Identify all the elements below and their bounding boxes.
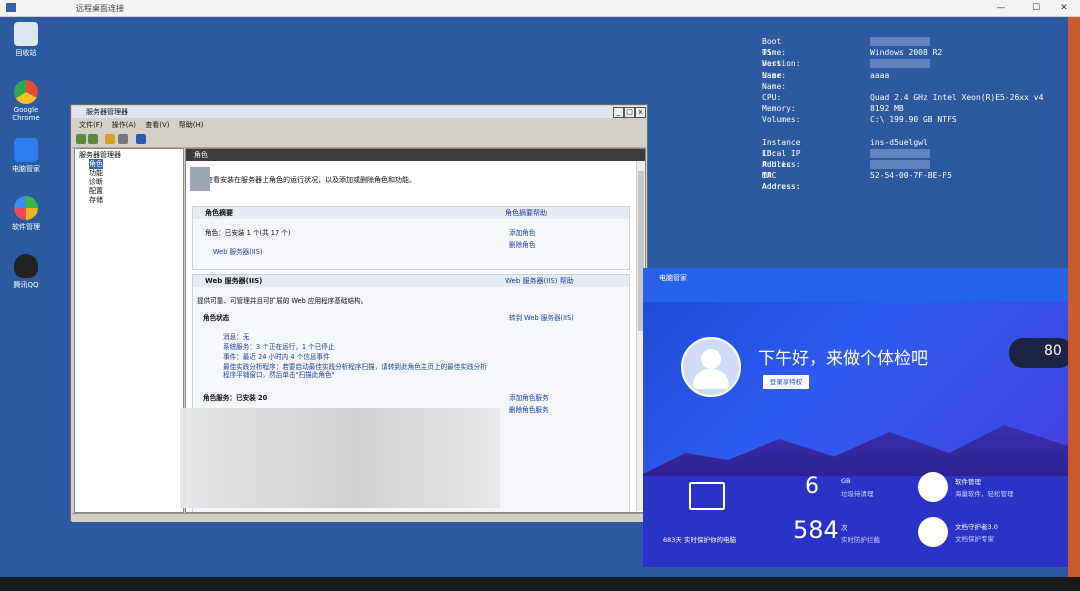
software-manager-sub: 海量软件，轻松管理 — [955, 490, 1014, 498]
events-link[interactable]: 事件：最近 24 小时内 4 个信息事件 — [223, 351, 330, 361]
back-icon[interactable] — [76, 134, 86, 144]
shield-icon — [14, 138, 38, 162]
junk-label: 垃圾待清理 — [841, 490, 874, 498]
host-taskbar-edge — [0, 577, 1080, 591]
remove-role-services-link[interactable]: 删除角色服务 — [509, 404, 549, 414]
system-services-link[interactable]: 系统服务：3 个正在运行，1 个已停止 — [223, 341, 335, 351]
role-services-title: 角色服务：已安装 20 — [203, 394, 268, 402]
pc-manager-window: 电脑管家 下午好，来做个体检吧 登录享特权 80 683天 实时保护你的电脑 6… — [643, 268, 1068, 567]
minimize-button[interactable]: — — [985, 0, 1017, 16]
monitor-shield-icon — [689, 482, 725, 510]
menu-bar: 文件(F) 操作(A) 查看(V) 帮助(H) — [72, 119, 646, 131]
roles-summary-help-link[interactable]: 角色摘要帮助 — [505, 207, 547, 219]
intro-text: 查看安装在服务器上角色的运行状况，以及添加或删除角色和功能。 — [190, 167, 416, 191]
menu-view[interactable]: 查看(V) — [145, 121, 169, 129]
server-roles-icon — [190, 167, 210, 191]
health-score-badge[interactable]: 80 — [1009, 338, 1068, 368]
bpa-text-2: 程序平铺窗口，然后单击"扫描此角色" — [223, 371, 335, 379]
software-manager-icon[interactable] — [918, 472, 948, 502]
tree-item-storage[interactable]: 存储 — [89, 195, 103, 205]
greeting-text: 下午好，来做个体检吧 — [758, 349, 928, 369]
intercept-count: 584 — [793, 516, 839, 544]
chrome-icon — [14, 80, 38, 104]
window-title: 服务器管理器 — [86, 108, 128, 116]
role-web-server-link[interactable]: Web 服务器(IIS) — [213, 246, 262, 256]
junk-size: 6 — [805, 474, 819, 499]
doc-guardian-sub: 文档保护专家 — [955, 535, 994, 543]
menu-help[interactable]: 帮助(H) — [179, 121, 204, 129]
goto-iis-link[interactable]: 转到 Web 服务器(IIS) — [509, 312, 574, 322]
login-button[interactable]: 登录享特权 — [763, 375, 809, 389]
host-desktop-edge — [1068, 17, 1080, 591]
qq-penguin-icon — [14, 254, 38, 278]
redacted-value — [870, 148, 930, 158]
show-hide-tree-icon[interactable] — [118, 134, 128, 144]
recycle-bin-icon — [14, 22, 38, 46]
desktop-icon-software-manager[interactable]: 软件管理 — [1, 196, 51, 232]
roles-installed: 角色：已安装 1 个(共 17 个) — [205, 229, 291, 237]
iis-description: 提供可靠、可管理并且可扩展的 Web 应用程序基础结构。 — [197, 297, 368, 305]
roles-summary-section: 角色摘要 角色摘要帮助 角色：已安装 1 个(共 17 个) Web 服务器(II… — [192, 206, 630, 270]
pc-manager-title: 电脑管家 — [659, 274, 687, 282]
up-icon[interactable] — [105, 134, 115, 144]
add-roles-link[interactable]: 添加角色 — [509, 227, 535, 237]
software-manager-title[interactable]: 软件管理 — [955, 476, 981, 486]
iis-help-link[interactable]: Web 服务器(IIS) 帮助 — [505, 275, 574, 287]
help-icon[interactable] — [136, 134, 146, 144]
role-status-title: 角色状态 — [203, 314, 230, 322]
protection-days: 683天 实时保护你的电脑 — [663, 536, 736, 544]
redacted-value — [870, 37, 930, 46]
intercept-label: 实时防护拦截 — [841, 536, 880, 544]
redacted-region — [180, 408, 500, 508]
minimize-button[interactable]: _ — [613, 107, 624, 118]
menu-action[interactable]: 操作(A) — [112, 121, 136, 129]
desktop-icon-chrome[interactable]: Google Chrome — [1, 80, 51, 122]
maximize-button[interactable]: □ — [624, 107, 635, 118]
pc-manager-titlebar: 电脑管家 — [643, 268, 1068, 302]
remote-desktop-icon — [6, 3, 16, 12]
desktop-icon-qq[interactable]: 腾讯QQ — [1, 254, 51, 290]
server-manager-titlebar: 服务器管理器 _ □ x — [72, 106, 646, 118]
desktop-icon-recycle-bin[interactable]: 回收站 — [1, 22, 51, 58]
add-role-services-link[interactable]: 添加角色服务 — [509, 392, 549, 402]
remove-roles-link[interactable]: 删除角色 — [509, 239, 535, 249]
status-bar — [72, 513, 646, 522]
redacted-value — [870, 160, 930, 170]
toolbar — [72, 132, 646, 148]
content-title: 角色 — [186, 149, 645, 161]
doc-guardian-icon[interactable] — [918, 517, 948, 547]
close-button[interactable]: ✕ — [1048, 0, 1080, 16]
navigation-tree: 服务器管理器 角色 功能 诊断 配置 存储 — [74, 148, 184, 513]
health-score: 80 — [1044, 343, 1062, 359]
user-avatar[interactable] — [681, 337, 741, 397]
software-manager-icon — [14, 196, 38, 220]
junk-unit: GB — [841, 477, 851, 485]
section-title: 角色摘要 — [205, 209, 233, 217]
intercept-unit: 次 — [841, 524, 848, 532]
close-button[interactable]: x — [635, 107, 646, 118]
doc-guardian-title[interactable]: 文档守护者3.0 — [955, 521, 998, 531]
messages-link[interactable]: 消息：无 — [223, 331, 249, 341]
redacted-value — [870, 59, 930, 69]
menu-file[interactable]: 文件(F) — [79, 121, 103, 129]
rdp-titlebar: 远程桌面连接 — ☐ ✕ — [0, 0, 1080, 17]
forward-icon[interactable] — [88, 134, 98, 144]
rdp-title: 远程桌面连接 — [76, 4, 124, 13]
desktop-icon-pc-manager[interactable]: 电脑管家 — [1, 138, 51, 174]
section-title: Web 服务器(IIS) — [205, 277, 263, 285]
